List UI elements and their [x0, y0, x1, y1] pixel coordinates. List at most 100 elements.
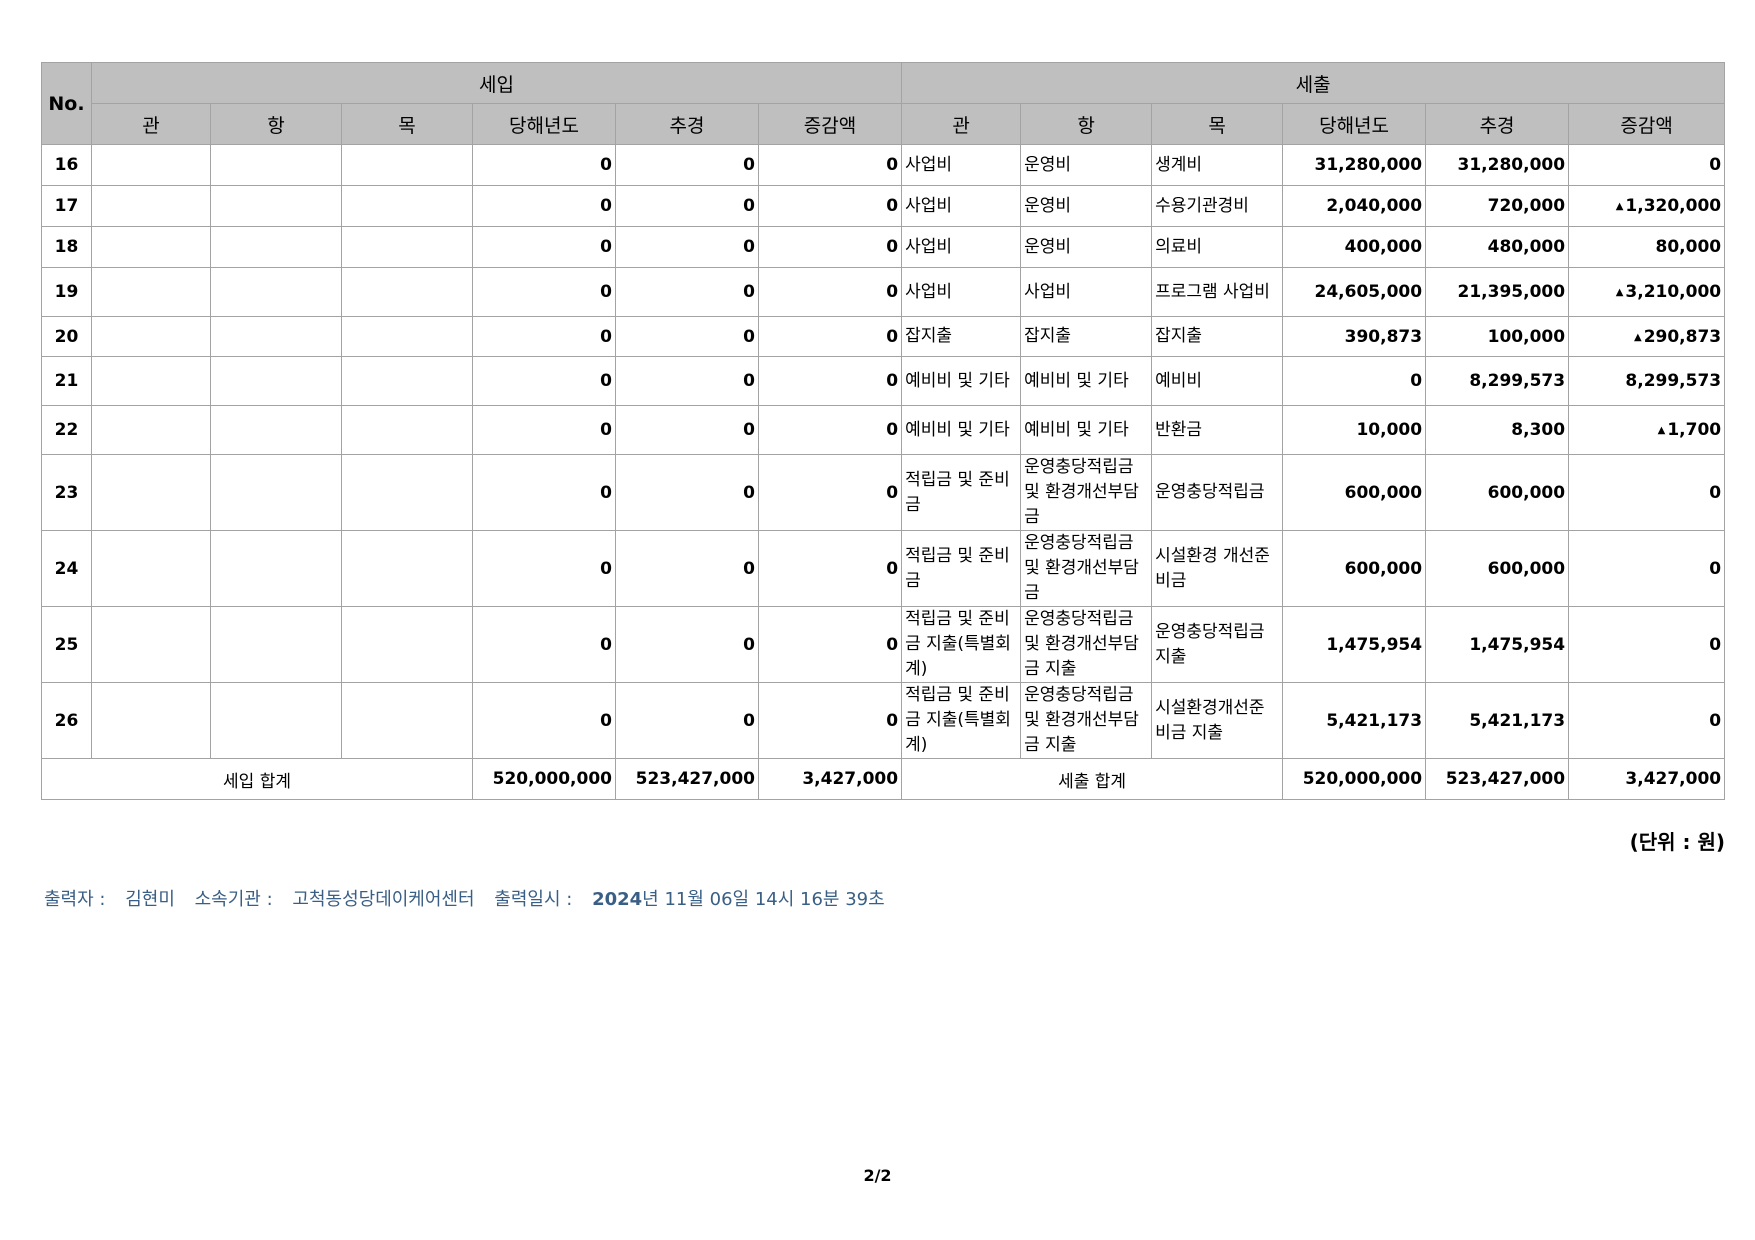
- expense-gwan-cell: 적립금 및 준비금 지출(특별회계): [901, 682, 1022, 759]
- income-diff-cell: 0: [757, 144, 903, 186]
- income-mok-cell: [341, 606, 473, 683]
- income-mok-cell: [341, 405, 473, 455]
- decrease-marker-icon: ▲: [1657, 425, 1666, 436]
- expense-supp-cell: 480,000: [1425, 226, 1570, 268]
- expense-hang-cell: 예비비 및 기타: [1020, 405, 1153, 455]
- expense-hang-cell: 운영충당적립금 및 환경개선부담금: [1020, 454, 1153, 531]
- expense-mok-cell: 운영충당적립금: [1151, 454, 1284, 531]
- expense-col-base: 당해년도: [1282, 103, 1427, 145]
- income-base-cell: 0: [472, 405, 616, 455]
- expense-diff-value: 8,299,573: [1625, 371, 1722, 391]
- expense-mok-cell: 잡지출: [1151, 316, 1284, 357]
- income-gwan-cell: [91, 226, 211, 268]
- expense-mok-cell: 생계비: [1151, 144, 1284, 186]
- printer-label: 출력자 :: [44, 889, 106, 910]
- expense-supp-cell: 100,000: [1425, 316, 1570, 357]
- expense-diff-value: 0: [1709, 482, 1722, 503]
- income-col-gwan: 관: [91, 103, 211, 145]
- expense-supp-cell: 1,475,954: [1425, 606, 1570, 683]
- expense-gwan-cell: 사업비: [901, 226, 1022, 268]
- expense-gwan-cell: 적립금 및 준비금: [901, 454, 1022, 531]
- printer-name: 김현미: [125, 889, 175, 910]
- expense-group-header: 세출: [901, 62, 1726, 104]
- expense-diff-cell: ▲ 1,320,000: [1568, 185, 1726, 227]
- income-diff-cell: 0: [757, 682, 903, 759]
- expense-base-cell: 24,605,000: [1282, 267, 1427, 317]
- expense-base-cell: 1,475,954: [1282, 606, 1427, 683]
- table-row: 21 0 0 0 예비비 및 기타 예비비 및 기타 예비비 0 8,299,573 8,299,…: [41, 356, 1726, 406]
- income-hang-cell: [210, 682, 342, 759]
- decrease-marker-icon: ▲: [1633, 331, 1642, 343]
- row-no: 16: [41, 144, 92, 186]
- income-supp-cell: 0: [615, 405, 759, 455]
- income-col-mok: 목: [341, 103, 473, 145]
- income-supp-cell: 0: [615, 606, 759, 683]
- expense-base-cell: 10,000: [1282, 405, 1427, 455]
- income-gwan-cell: [91, 144, 211, 186]
- expense-base-cell: 0: [1282, 356, 1427, 406]
- income-hang-cell: [210, 185, 342, 227]
- income-col-base: 당해년도: [472, 103, 616, 145]
- table-row: 24 0 0 0 적립금 및 준비금 운영충당적립금 및 환경개선부담금 시설환경 개선준비…: [41, 530, 1726, 607]
- expense-diff-cell: 0: [1568, 606, 1726, 683]
- income-hang-cell: [210, 405, 342, 455]
- table-row: 25 0 0 0 적립금 및 준비금 지출(특별회계) 운영충당적립금 및 환경개선부담금…: [41, 606, 1726, 683]
- expense-hang-cell: 운영충당적립금 및 환경개선부담금: [1020, 530, 1153, 607]
- income-group-header: 세입: [90, 62, 903, 104]
- expense-base-cell: 400,000: [1282, 226, 1427, 268]
- income-gwan-cell: [91, 682, 211, 759]
- expense-hang-cell: 운영비: [1020, 185, 1153, 227]
- income-mok-cell: [341, 267, 473, 317]
- table-row: 23 0 0 0 적립금 및 준비금 운영충당적립금 및 환경개선부담금 운영충당적립금 60…: [41, 454, 1726, 531]
- income-base-cell: 0: [472, 606, 616, 683]
- income-diff-cell: 0: [757, 316, 903, 357]
- income-hang-cell: [210, 454, 342, 531]
- income-mok-cell: [341, 316, 473, 357]
- expense-supp-cell: 600,000: [1425, 530, 1570, 607]
- income-base-cell: 0: [472, 316, 616, 357]
- expense-gwan-cell: 예비비 및 기타: [901, 405, 1022, 455]
- expense-supp-cell: 600,000: [1425, 454, 1570, 531]
- expense-base-cell: 5,421,173: [1282, 682, 1427, 759]
- expense-diff-value: 0: [1709, 634, 1722, 655]
- expense-gwan-cell: 예비비 및 기타: [901, 356, 1022, 406]
- row-no: 17: [41, 185, 92, 227]
- row-no: 19: [41, 267, 92, 317]
- income-supp-cell: 0: [615, 454, 759, 531]
- unit-note: (단위 : 원): [1629, 830, 1725, 854]
- row-no: 26: [41, 682, 92, 759]
- expense-supp-cell: 720,000: [1425, 185, 1570, 227]
- income-diff-cell: 0: [757, 356, 903, 406]
- expense-mok-cell: 운영충당적립금 지출: [1151, 606, 1284, 683]
- print-info-footer: 출력자 : 김현미 소속기관 : 고척동성당데이케어센터 출력일시 : 2024…: [44, 885, 899, 911]
- expense-base-cell: 31,280,000: [1282, 144, 1427, 186]
- income-mok-cell: [341, 144, 473, 186]
- printed-at-label: 출력일시 :: [494, 889, 573, 910]
- expense-col-diff: 증감액: [1568, 103, 1726, 145]
- income-supp-cell: 0: [615, 185, 759, 227]
- row-no: 22: [41, 405, 92, 455]
- income-gwan-cell: [91, 267, 211, 317]
- income-mok-cell: [341, 530, 473, 607]
- income-base-cell: 0: [472, 144, 616, 186]
- income-diff-cell: 0: [757, 185, 903, 227]
- income-hang-cell: [210, 530, 342, 607]
- expense-diff-cell: ▲ 1,700: [1568, 405, 1726, 455]
- income-gwan-cell: [91, 405, 211, 455]
- expense-mok-cell: 시설환경 개선준비금: [1151, 530, 1284, 607]
- income-total-supp: 523,427,000: [615, 758, 759, 800]
- expense-base-cell: 390,873: [1282, 316, 1427, 357]
- expense-hang-cell: 예비비 및 기타: [1020, 356, 1153, 406]
- income-hang-cell: [210, 144, 342, 186]
- income-base-cell: 0: [472, 267, 616, 317]
- income-total-diff: 3,427,000: [757, 758, 903, 800]
- org-label: 소속기관 :: [194, 889, 273, 910]
- income-hang-cell: [210, 356, 342, 406]
- total-row: 세입 합계 520,000,000 523,427,000 3,427,000 …: [41, 758, 1726, 800]
- expense-col-gwan: 관: [901, 103, 1022, 145]
- page-number: 2/2: [863, 1166, 892, 1185]
- income-hang-cell: [210, 606, 342, 683]
- expense-hang-cell: 운영충당적립금 및 환경개선부담금 지출: [1020, 606, 1153, 683]
- expense-gwan-cell: 적립금 및 준비금 지출(특별회계): [901, 606, 1022, 683]
- income-gwan-cell: [91, 530, 211, 607]
